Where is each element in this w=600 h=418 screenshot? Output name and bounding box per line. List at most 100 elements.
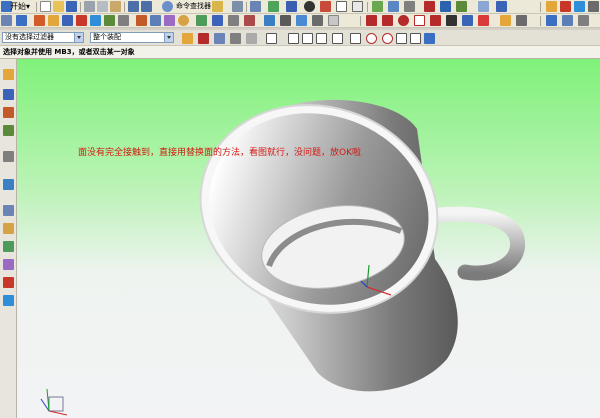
layer-settings-icon[interactable] xyxy=(500,15,511,26)
settings-icon[interactable] xyxy=(232,1,243,12)
roles-icon[interactable] xyxy=(3,277,14,288)
manufacturing-wizard-icon[interactable] xyxy=(3,259,14,270)
shaded-icon[interactable] xyxy=(304,1,315,12)
shading-icon[interactable] xyxy=(118,15,129,26)
select-icon[interactable] xyxy=(1,15,12,26)
line-icon[interactable] xyxy=(366,15,377,26)
history-icon[interactable] xyxy=(3,205,14,216)
reuse-library-icon[interactable] xyxy=(3,125,14,136)
cylinder-icon[interactable] xyxy=(150,15,161,26)
start-menu[interactable]: 开始▾ xyxy=(10,1,30,12)
text-icon[interactable] xyxy=(446,15,457,26)
lighting-icon[interactable] xyxy=(320,1,331,12)
help-icon[interactable] xyxy=(588,1,599,12)
deselect-icon[interactable] xyxy=(246,33,257,44)
extrude-icon[interactable] xyxy=(196,15,207,26)
grid-icon[interactable] xyxy=(516,15,527,26)
lasso-icon[interactable] xyxy=(266,33,277,44)
system-materials-icon[interactable] xyxy=(3,223,14,234)
control-point-icon[interactable] xyxy=(332,33,343,44)
command-finder-label[interactable]: 命令查找器 xyxy=(176,1,211,11)
chevron-down-icon[interactable] xyxy=(164,33,173,42)
blend-icon[interactable] xyxy=(264,15,275,26)
midpoint-icon[interactable] xyxy=(316,33,327,44)
dimension-icon[interactable] xyxy=(462,15,473,26)
render-style-icon[interactable] xyxy=(286,1,297,12)
snap-icon[interactable] xyxy=(212,1,223,12)
feature-icon[interactable] xyxy=(560,1,571,12)
pan-icon[interactable] xyxy=(62,15,73,26)
rotate-icon[interactable] xyxy=(76,15,87,26)
boss-icon[interactable] xyxy=(244,15,255,26)
graphics-window[interactable]: 面没有完全接触到，直接用替换面的方法，看图就行，没问题，放OK啦 xyxy=(17,59,600,418)
perspective-icon[interactable] xyxy=(90,15,101,26)
part-navigator-icon[interactable] xyxy=(3,107,14,118)
mirror-icon[interactable] xyxy=(328,15,339,26)
mug-model[interactable] xyxy=(17,59,600,418)
trim-icon[interactable] xyxy=(312,15,323,26)
sketch-icon[interactable] xyxy=(574,1,585,12)
selection-filter-dropdown[interactable]: 没有选择过滤器 xyxy=(2,32,84,43)
selection-filter-icon[interactable] xyxy=(182,33,193,44)
info-icon[interactable] xyxy=(562,15,573,26)
save-icon[interactable] xyxy=(66,1,77,12)
hole-icon[interactable] xyxy=(228,15,239,26)
assembly-navigator-icon[interactable] xyxy=(3,69,14,80)
point-on-curve-icon[interactable] xyxy=(410,33,421,44)
arc-icon[interactable] xyxy=(382,15,393,26)
expression-icon[interactable] xyxy=(546,15,557,26)
wcs-icon[interactable] xyxy=(198,33,209,44)
circle-icon[interactable] xyxy=(398,15,409,26)
wireframe-icon[interactable] xyxy=(336,1,347,12)
revolve-icon[interactable] xyxy=(212,15,223,26)
fit-icon[interactable] xyxy=(34,15,45,26)
block-icon[interactable] xyxy=(136,15,147,26)
command-finder-icon[interactable] xyxy=(162,1,173,12)
new-file-icon[interactable] xyxy=(40,1,51,12)
point-icon[interactable] xyxy=(424,1,435,12)
drafting-icon[interactable] xyxy=(496,1,507,12)
zoom-icon[interactable] xyxy=(48,15,59,26)
arc-center-icon[interactable] xyxy=(366,33,377,44)
intersection-icon[interactable] xyxy=(350,33,361,44)
edit-icon[interactable] xyxy=(478,1,489,12)
hd3d-tools-icon[interactable] xyxy=(3,151,14,162)
display-mode-icon[interactable] xyxy=(352,1,363,12)
web-browser-icon[interactable] xyxy=(3,179,14,190)
section-icon[interactable] xyxy=(404,1,415,12)
rotate-view-icon[interactable] xyxy=(214,33,225,44)
existing-point-icon[interactable] xyxy=(396,33,407,44)
color-icon[interactable] xyxy=(478,15,489,26)
polygon-icon[interactable] xyxy=(430,15,441,26)
face-icon[interactable] xyxy=(424,33,435,44)
constraint-navigator-icon[interactable] xyxy=(3,89,14,100)
quadrant-icon[interactable] xyxy=(382,33,393,44)
process-studio-icon[interactable] xyxy=(3,241,14,252)
system-scenes-icon[interactable] xyxy=(3,295,14,306)
open-icon[interactable] xyxy=(53,1,64,12)
curve-icon[interactable] xyxy=(440,1,451,12)
chevron-down-icon[interactable] xyxy=(74,33,83,42)
cut-icon[interactable] xyxy=(84,1,95,12)
analysis-icon[interactable] xyxy=(388,1,399,12)
assembly-icon[interactable] xyxy=(546,1,557,12)
paste-icon[interactable] xyxy=(110,1,121,12)
surface-icon[interactable] xyxy=(456,1,467,12)
shell-icon[interactable] xyxy=(296,15,307,26)
view-orientation-icon[interactable] xyxy=(250,1,261,12)
snap-point-icon[interactable] xyxy=(288,33,299,44)
restore-icon[interactable] xyxy=(104,15,115,26)
rectangle-icon[interactable] xyxy=(414,15,425,26)
selection-scope-dropdown[interactable]: 整个装配 xyxy=(90,32,174,43)
redo-icon[interactable] xyxy=(141,1,152,12)
measure-icon[interactable] xyxy=(372,1,383,12)
view-icon[interactable] xyxy=(16,15,27,26)
undo-icon[interactable] xyxy=(128,1,139,12)
endpoint-icon[interactable] xyxy=(302,33,313,44)
select-all-icon[interactable] xyxy=(230,33,241,44)
cone-icon[interactable] xyxy=(164,15,175,26)
chamfer-icon[interactable] xyxy=(280,15,291,26)
copy-icon[interactable] xyxy=(97,1,108,12)
preferences-icon[interactable] xyxy=(578,15,589,26)
layer-icon[interactable] xyxy=(268,1,279,12)
